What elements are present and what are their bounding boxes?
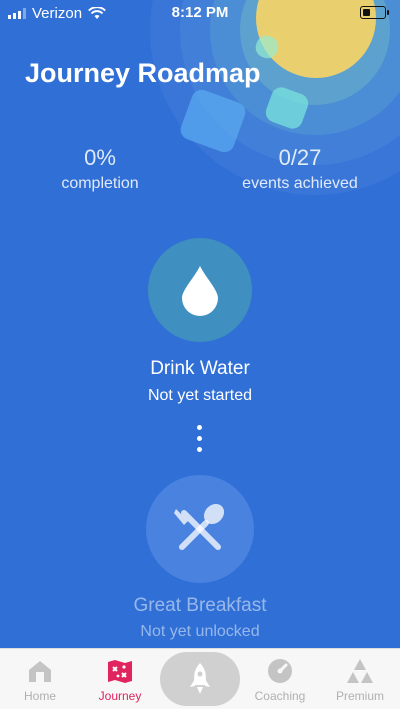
tab-label: Premium [335, 689, 384, 703]
gauge-icon [268, 659, 292, 683]
tab-label: Home [23, 689, 56, 703]
rocket-action-button[interactable] [160, 652, 240, 706]
milestone-status: Not yet started [147, 387, 253, 404]
milestone-great-breakfast[interactable] [146, 475, 254, 583]
clock: 8:12 PM [171, 4, 229, 21]
journey-screen: Verizon 8:12 PM Journey Roadmap 0% compl… [0, 0, 400, 648]
tab-label: Coaching [254, 689, 306, 703]
page-title: Journey Roadmap [25, 58, 261, 88]
water-drop-icon [182, 266, 218, 316]
tab-premium[interactable]: Premium [320, 649, 400, 709]
fork-spoon-icon [174, 503, 225, 550]
tab-journey[interactable]: Journey [80, 649, 160, 709]
path-dots [197, 425, 203, 458]
completion-value: 0% [84, 145, 116, 170]
milestone-title: Drink Water [150, 358, 250, 379]
home-icon [29, 661, 51, 682]
milestone-title: Great Breakfast [133, 595, 267, 616]
milestone-status: Not yet unlocked [140, 623, 260, 640]
status-bar: Verizon 8:12 PM [0, 0, 400, 26]
map-icon [108, 660, 132, 683]
completion-stat: 0% completion [0, 145, 200, 193]
tab-label: Journey [98, 689, 142, 703]
completion-label: completion [61, 175, 139, 192]
events-value: 0/27 [278, 145, 322, 170]
tab-coaching[interactable]: Coaching [240, 649, 320, 709]
events-label: events achieved [242, 175, 358, 192]
battery-icon [360, 6, 389, 19]
milestone-drink-water[interactable] [148, 238, 252, 342]
events-stat: 0/27 events achieved [200, 145, 400, 193]
tab-home[interactable]: Home [0, 649, 80, 709]
triangles-icon [347, 659, 373, 683]
battery-level [362, 8, 370, 16]
rocket-icon [190, 663, 210, 694]
